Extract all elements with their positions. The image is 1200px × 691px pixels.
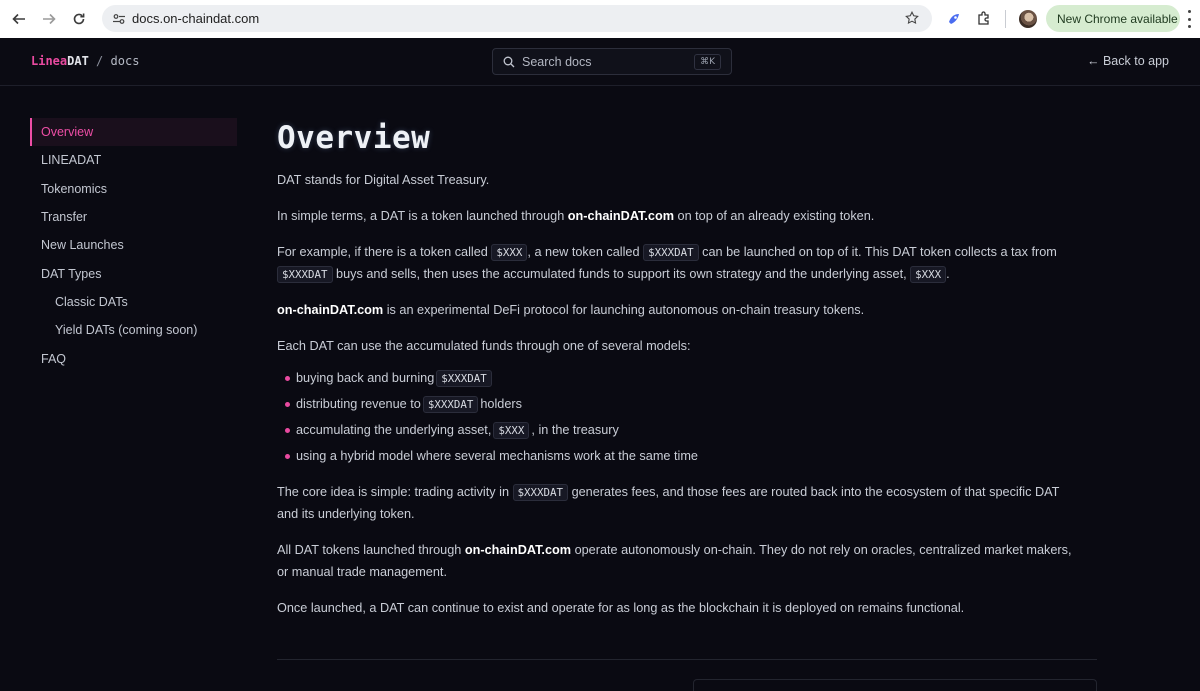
puzzle-extensions-icon[interactable] bbox=[974, 9, 994, 29]
text-span: buys and sells, then uses the accumulate… bbox=[332, 266, 911, 281]
list-item: accumulating the underlying asset, $XXX,… bbox=[285, 417, 1085, 443]
menu-kebab-icon[interactable] bbox=[1186, 10, 1192, 28]
site-name-bold: on-chainDAT.com bbox=[567, 209, 674, 223]
sidebar-item-dat-types[interactable]: DAT Types bbox=[30, 259, 237, 287]
site-settings-icon[interactable] bbox=[110, 10, 128, 28]
text-span: All DAT tokens launched through bbox=[277, 543, 465, 557]
search-input[interactable]: Search docs ⌘K bbox=[492, 48, 732, 75]
bookmark-star-icon[interactable] bbox=[904, 10, 920, 26]
text-span: and its underlying token. bbox=[277, 506, 415, 521]
list-item: buying back and burning $XXXDAT bbox=[285, 365, 1085, 391]
inline-code: $XXX bbox=[491, 244, 528, 261]
next-page-card[interactable] bbox=[693, 679, 1097, 691]
chrome-update-button[interactable]: New Chrome available bbox=[1046, 5, 1180, 32]
back-arrow-icon[interactable] bbox=[8, 8, 30, 30]
sidebar-item-lineadat[interactable]: LINEADAT bbox=[30, 146, 237, 174]
text-span: distributing revenue to bbox=[296, 397, 421, 411]
text-span: , in the treasury bbox=[531, 423, 619, 437]
paragraph-definition: DAT stands for Digital Asset Treasury. bbox=[277, 173, 490, 187]
text-span: is an experimental DeFi protocol for lau… bbox=[383, 303, 865, 317]
inline-code: $XXXDAT bbox=[436, 369, 492, 387]
inline-code: $XXXDAT bbox=[643, 244, 699, 261]
inline-code: $XXXDAT bbox=[512, 484, 569, 501]
paragraph-example: For example, if there is a token called … bbox=[277, 242, 1097, 285]
text-span: For example, if there is a token called bbox=[277, 245, 492, 259]
inline-code: $XXXDAT bbox=[422, 395, 479, 413]
search-icon bbox=[503, 55, 516, 68]
url-text[interactable]: docs.on-chaindat.com bbox=[132, 11, 259, 26]
sidebar-item-classic-dats[interactable]: Classic DATs bbox=[30, 288, 237, 316]
list-item: distributing revenue to $XXXDAT holders bbox=[285, 391, 1085, 417]
text-span: . bbox=[946, 266, 950, 281]
back-to-app-link[interactable]: ← Back to app bbox=[1087, 54, 1169, 68]
toolbar-divider bbox=[1005, 10, 1006, 28]
extension-icon[interactable] bbox=[944, 9, 964, 29]
search-shortcut-badge: ⌘K bbox=[694, 54, 721, 70]
paragraph-core-idea: The core idea is simple: trading activit… bbox=[277, 482, 1097, 525]
docs-content: Overview DAT stands for Digital Asset Tr… bbox=[277, 118, 1107, 615]
chrome-update-label: New Chrome available bbox=[1057, 11, 1178, 26]
paragraph-autonomous: All DAT tokens launched through on-chain… bbox=[277, 540, 1097, 583]
text-span: or manual trade management. bbox=[277, 564, 447, 579]
inline-code: $XXXDAT bbox=[277, 265, 333, 283]
text-span: holders bbox=[480, 397, 522, 411]
brand-section: docs bbox=[110, 54, 140, 68]
text-span: generates fees, and those fees are route… bbox=[568, 485, 1060, 499]
forward-arrow-icon[interactable] bbox=[38, 8, 60, 30]
paragraph-simple-terms: In simple terms, a DAT is a token launch… bbox=[277, 206, 1097, 228]
paragraph-longevity: Once launched, a DAT can continue to exi… bbox=[277, 601, 965, 615]
site-header: LineaDAT / docs Search docs ⌘K ← Back to… bbox=[0, 38, 1200, 86]
text-span: can be launched on top of it. This DAT t… bbox=[698, 245, 1057, 259]
sidebar-item-tokenomics[interactable]: Tokenomics bbox=[30, 175, 237, 203]
text-span: In simple terms, a DAT is a token launch… bbox=[277, 209, 568, 223]
brand-separator: / bbox=[96, 54, 104, 68]
models-list: buying back and burning $XXXDAT distribu… bbox=[285, 365, 1085, 469]
address-bar[interactable]: docs.on-chaindat.com bbox=[102, 5, 932, 32]
content-divider bbox=[277, 659, 1097, 660]
paragraph-models-intro: Each DAT can use the accumulated funds t… bbox=[277, 339, 691, 353]
bullet-dot bbox=[285, 453, 290, 459]
text-span: using a hybrid model where several mecha… bbox=[296, 449, 698, 463]
text-span: on top of an already existing token. bbox=[674, 209, 875, 223]
sidebar-item-new-launches[interactable]: New Launches bbox=[30, 231, 237, 259]
sidebar-item-faq[interactable]: FAQ bbox=[30, 344, 237, 372]
sidebar-item-overview[interactable]: Overview bbox=[30, 118, 237, 147]
bullet-dot bbox=[285, 427, 290, 433]
brand-logo[interactable]: LineaDAT / docs bbox=[31, 54, 139, 68]
inline-code: $XXX bbox=[493, 421, 530, 439]
site-name-bold: on-chainDAT.com bbox=[277, 303, 384, 317]
brand-primary: Linea bbox=[31, 54, 68, 68]
bullet-dot bbox=[285, 375, 290, 381]
text-span: accumulating the underlying asset, bbox=[296, 423, 492, 437]
text-span: , a new token called bbox=[527, 245, 644, 259]
text-span: The core idea is simple: trading activit… bbox=[277, 485, 513, 499]
site-name-bold: on-chainDAT.com bbox=[464, 543, 572, 557]
profile-avatar[interactable] bbox=[1019, 10, 1037, 28]
reload-icon[interactable] bbox=[68, 8, 90, 30]
inline-code: $XXX bbox=[910, 265, 947, 283]
sidebar-item-yield-dats[interactable]: Yield DATs (coming soon) bbox=[30, 316, 237, 344]
sidebar-item-transfer[interactable]: Transfer bbox=[30, 203, 237, 231]
search-placeholder: Search docs bbox=[522, 54, 592, 69]
list-item: using a hybrid model where several mecha… bbox=[285, 443, 1085, 469]
text-span: operate autonomously on-chain. They do n… bbox=[571, 543, 1072, 557]
paragraph-protocol: on-chainDAT.com is an experimental DeFi … bbox=[277, 300, 1097, 322]
text-span: buying back and burning bbox=[296, 371, 435, 385]
brand-secondary: DAT bbox=[67, 54, 89, 68]
browser-toolbar: docs.on-chaindat.com New Chrome availabl… bbox=[0, 0, 1200, 38]
bullet-dot bbox=[285, 401, 290, 407]
page-title: Overview bbox=[277, 120, 431, 156]
docs-sidebar: Overview LINEADAT Tokenomics Transfer Ne… bbox=[30, 118, 237, 373]
